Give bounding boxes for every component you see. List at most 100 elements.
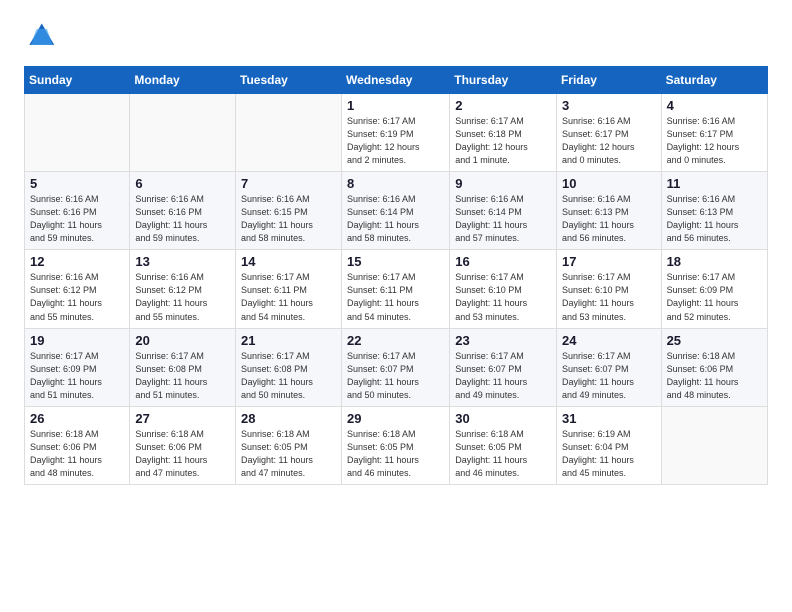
day-number: 10 [562, 176, 656, 191]
day-info: Sunrise: 6:17 AM Sunset: 6:07 PM Dayligh… [455, 350, 551, 402]
day-number: 30 [455, 411, 551, 426]
calendar-cell: 6 Sunrise: 6:16 AM Sunset: 6:16 PM Daylig… [130, 172, 236, 250]
day-number: 24 [562, 333, 656, 348]
calendar-cell: 30 Sunrise: 6:18 AM Sunset: 6:05 PM Dayli… [450, 406, 557, 484]
calendar-cell [130, 94, 236, 172]
day-info: Sunrise: 6:17 AM Sunset: 6:08 PM Dayligh… [241, 350, 336, 402]
day-number: 25 [667, 333, 762, 348]
day-number: 5 [30, 176, 124, 191]
calendar-cell: 12Sunrise: 6:16 AM Sunset: 6:12 PM Dayli… [25, 250, 130, 328]
day-info: Sunrise: 6:16 AM Sunset: 6:15 PM Dayligh… [241, 193, 336, 245]
day-info: Sunrise: 6:16 AM Sunset: 6:16 PM Dayligh… [30, 193, 124, 245]
day-number: 15 [347, 254, 444, 269]
calendar-cell: 23 Sunrise: 6:17 AM Sunset: 6:07 PM Dayli… [450, 328, 557, 406]
calendar-cell: 8 Sunrise: 6:16 AM Sunset: 6:14 PM Daylig… [341, 172, 449, 250]
day-number: 28 [241, 411, 336, 426]
day-number: 27 [135, 411, 230, 426]
week-row-1: 1Sunrise: 6:17 AM Sunset: 6:19 PM Daylig… [25, 94, 768, 172]
calendar-cell: 27 Sunrise: 6:18 AM Sunset: 6:06 PM Dayli… [130, 406, 236, 484]
day-number: 6 [135, 176, 230, 191]
day-number: 14 [241, 254, 336, 269]
day-info: Sunrise: 6:18 AM Sunset: 6:05 PM Dayligh… [241, 428, 336, 480]
calendar-cell: 24 Sunrise: 6:17 AM Sunset: 6:07 PM Dayli… [556, 328, 661, 406]
calendar-cell: 19 Sunrise: 6:17 AM Sunset: 6:09 PM Dayli… [25, 328, 130, 406]
day-number: 4 [667, 98, 762, 113]
day-number: 18 [667, 254, 762, 269]
calendar-cell [25, 94, 130, 172]
calendar-cell: 26Sunrise: 6:18 AM Sunset: 6:06 PM Dayli… [25, 406, 130, 484]
calendar-cell: 11 Sunrise: 6:16 AM Sunset: 6:13 PM Dayli… [661, 172, 767, 250]
day-number: 22 [347, 333, 444, 348]
day-info: Sunrise: 6:17 AM Sunset: 6:10 PM Dayligh… [562, 271, 656, 323]
day-number: 3 [562, 98, 656, 113]
day-info: Sunrise: 6:17 AM Sunset: 6:07 PM Dayligh… [347, 350, 444, 402]
calendar-cell: 9 Sunrise: 6:16 AM Sunset: 6:14 PM Daylig… [450, 172, 557, 250]
weekday-header-monday: Monday [130, 67, 236, 94]
calendar-cell: 22 Sunrise: 6:17 AM Sunset: 6:07 PM Dayli… [341, 328, 449, 406]
calendar-cell [661, 406, 767, 484]
calendar-cell: 14Sunrise: 6:17 AM Sunset: 6:11 PM Dayli… [236, 250, 342, 328]
calendar-cell: 18 Sunrise: 6:17 AM Sunset: 6:09 PM Dayli… [661, 250, 767, 328]
day-info: Sunrise: 6:16 AM Sunset: 6:16 PM Dayligh… [135, 193, 230, 245]
calendar-cell: 3 Sunrise: 6:16 AM Sunset: 6:17 PM Daylig… [556, 94, 661, 172]
weekday-header-wednesday: Wednesday [341, 67, 449, 94]
weekday-header-row: SundayMondayTuesdayWednesdayThursdayFrid… [25, 67, 768, 94]
week-row-2: 5 Sunrise: 6:16 AM Sunset: 6:16 PM Daylig… [25, 172, 768, 250]
day-info: Sunrise: 6:18 AM Sunset: 6:06 PM Dayligh… [30, 428, 124, 480]
day-info: Sunrise: 6:17 AM Sunset: 6:18 PM Dayligh… [455, 115, 551, 167]
day-number: 13 [135, 254, 230, 269]
day-number: 9 [455, 176, 551, 191]
day-info: Sunrise: 6:17 AM Sunset: 6:11 PM Dayligh… [347, 271, 444, 323]
calendar-cell: 16 Sunrise: 6:17 AM Sunset: 6:10 PM Dayli… [450, 250, 557, 328]
day-info: Sunrise: 6:19 AM Sunset: 6:04 PM Dayligh… [562, 428, 656, 480]
calendar-cell: 10 Sunrise: 6:16 AM Sunset: 6:13 PM Dayli… [556, 172, 661, 250]
calendar-cell: 13 Sunrise: 6:16 AM Sunset: 6:12 PM Dayli… [130, 250, 236, 328]
day-info: Sunrise: 6:17 AM Sunset: 6:10 PM Dayligh… [455, 271, 551, 323]
day-info: Sunrise: 6:17 AM Sunset: 6:09 PM Dayligh… [30, 350, 124, 402]
day-info: Sunrise: 6:16 AM Sunset: 6:17 PM Dayligh… [562, 115, 656, 167]
day-info: Sunrise: 6:18 AM Sunset: 6:06 PM Dayligh… [667, 350, 762, 402]
week-row-5: 26Sunrise: 6:18 AM Sunset: 6:06 PM Dayli… [25, 406, 768, 484]
day-info: Sunrise: 6:18 AM Sunset: 6:06 PM Dayligh… [135, 428, 230, 480]
calendar-cell: 29 Sunrise: 6:18 AM Sunset: 6:05 PM Dayli… [341, 406, 449, 484]
day-info: Sunrise: 6:16 AM Sunset: 6:13 PM Dayligh… [562, 193, 656, 245]
day-info: Sunrise: 6:17 AM Sunset: 6:09 PM Dayligh… [667, 271, 762, 323]
day-number: 23 [455, 333, 551, 348]
calendar-table: SundayMondayTuesdayWednesdayThursdayFrid… [24, 66, 768, 485]
day-info: Sunrise: 6:18 AM Sunset: 6:05 PM Dayligh… [347, 428, 444, 480]
logo-icon [24, 20, 56, 52]
calendar-cell: 17 Sunrise: 6:17 AM Sunset: 6:10 PM Dayli… [556, 250, 661, 328]
weekday-header-thursday: Thursday [450, 67, 557, 94]
header [24, 20, 768, 52]
day-number: 19 [30, 333, 124, 348]
day-info: Sunrise: 6:16 AM Sunset: 6:14 PM Dayligh… [455, 193, 551, 245]
calendar-cell: 25 Sunrise: 6:18 AM Sunset: 6:06 PM Dayli… [661, 328, 767, 406]
day-info: Sunrise: 6:18 AM Sunset: 6:05 PM Dayligh… [455, 428, 551, 480]
calendar-cell: 15 Sunrise: 6:17 AM Sunset: 6:11 PM Dayli… [341, 250, 449, 328]
day-info: Sunrise: 6:17 AM Sunset: 6:07 PM Dayligh… [562, 350, 656, 402]
day-number: 12 [30, 254, 124, 269]
day-number: 29 [347, 411, 444, 426]
logo [24, 20, 62, 52]
day-number: 11 [667, 176, 762, 191]
day-info: Sunrise: 6:16 AM Sunset: 6:12 PM Dayligh… [135, 271, 230, 323]
day-info: Sunrise: 6:16 AM Sunset: 6:17 PM Dayligh… [667, 115, 762, 167]
calendar-cell [236, 94, 342, 172]
calendar-cell: 31 Sunrise: 6:19 AM Sunset: 6:04 PM Dayli… [556, 406, 661, 484]
calendar-cell: 1Sunrise: 6:17 AM Sunset: 6:19 PM Daylig… [341, 94, 449, 172]
day-info: Sunrise: 6:16 AM Sunset: 6:14 PM Dayligh… [347, 193, 444, 245]
week-row-4: 19 Sunrise: 6:17 AM Sunset: 6:09 PM Dayli… [25, 328, 768, 406]
day-number: 7 [241, 176, 336, 191]
day-number: 2 [455, 98, 551, 113]
calendar-cell: 2 Sunrise: 6:17 AM Sunset: 6:18 PM Daylig… [450, 94, 557, 172]
calendar-cell: 28 Sunrise: 6:18 AM Sunset: 6:05 PM Dayli… [236, 406, 342, 484]
day-number: 21 [241, 333, 336, 348]
day-info: Sunrise: 6:16 AM Sunset: 6:13 PM Dayligh… [667, 193, 762, 245]
day-number: 16 [455, 254, 551, 269]
day-number: 8 [347, 176, 444, 191]
weekday-header-sunday: Sunday [25, 67, 130, 94]
day-number: 31 [562, 411, 656, 426]
day-number: 17 [562, 254, 656, 269]
day-info: Sunrise: 6:17 AM Sunset: 6:08 PM Dayligh… [135, 350, 230, 402]
week-row-3: 12 Sunrise: 6:16 AM Sunset: 6:12 PM Dayli… [25, 250, 768, 328]
